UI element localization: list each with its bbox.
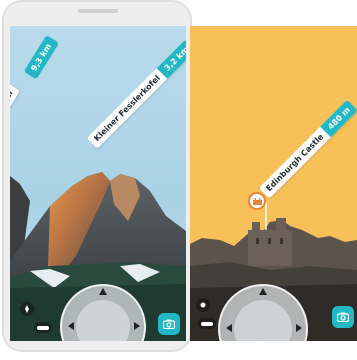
compass-center [76,300,130,341]
camera-button-right[interactable] [332,306,354,328]
phone-frame-left: fel 9,3 km Kleiner Fesslerkofel 3,2 km [2,0,192,352]
compass-north-marker-icon [259,288,267,295]
compass-north-marker-icon [99,288,107,295]
compass-west-marker-icon [64,322,74,330]
compass-west-marker-icon [222,324,232,332]
castle-pin-icon[interactable] [248,192,266,210]
layers-icon[interactable] [34,322,52,333]
layers-icon[interactable] [198,318,216,329]
camera-button[interactable] [158,313,180,335]
compass-east-marker-icon [296,324,306,332]
ar-view-mountain: fel 9,3 km Kleiner Fesslerkofel 3,2 km [10,26,186,341]
camera-icon [163,319,175,329]
compass-icon[interactable] [20,302,34,316]
camera-icon [337,312,349,322]
compass-east-marker-icon [134,322,144,330]
location-icon[interactable] [196,298,210,312]
phone-speaker [78,9,118,13]
ar-view-castle: Edinburgh Castle 480 m [190,26,357,341]
compass-center-right [234,300,292,341]
